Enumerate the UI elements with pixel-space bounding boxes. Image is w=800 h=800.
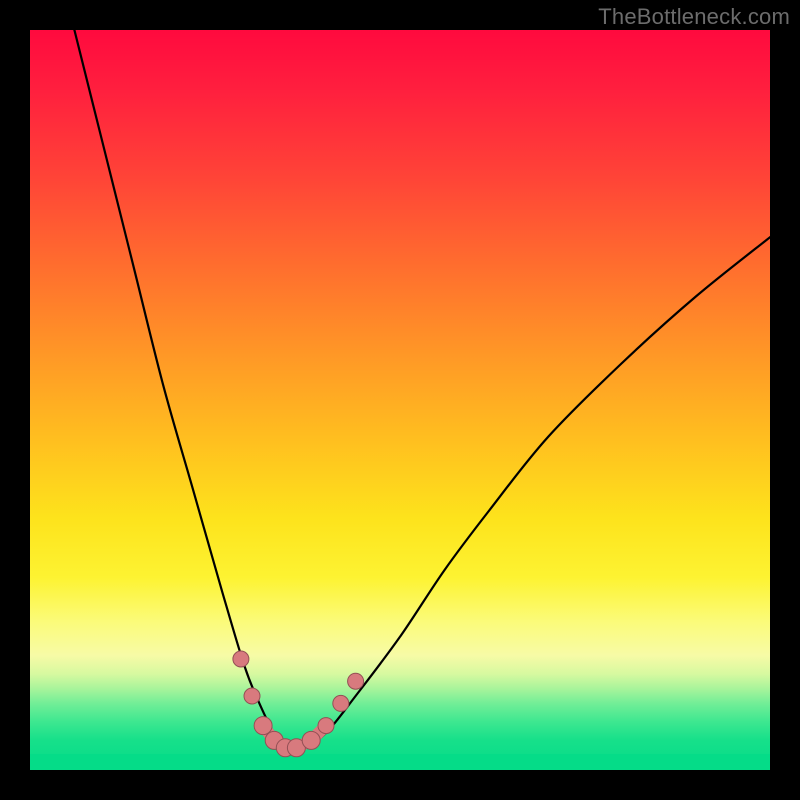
curve-marker <box>348 673 364 689</box>
curve-marker <box>254 717 272 735</box>
curve-marker <box>244 688 260 704</box>
curve-marker <box>333 695 349 711</box>
bottleneck-curve <box>74 30 770 750</box>
chart-overlay <box>30 30 770 770</box>
curve-marker <box>318 718 334 734</box>
marker-group <box>233 651 364 757</box>
chart-stage: TheBottleneck.com <box>0 0 800 800</box>
curve-marker <box>233 651 249 667</box>
curve-marker <box>302 731 320 749</box>
plot-area <box>30 30 770 770</box>
watermark-text: TheBottleneck.com <box>598 4 790 30</box>
